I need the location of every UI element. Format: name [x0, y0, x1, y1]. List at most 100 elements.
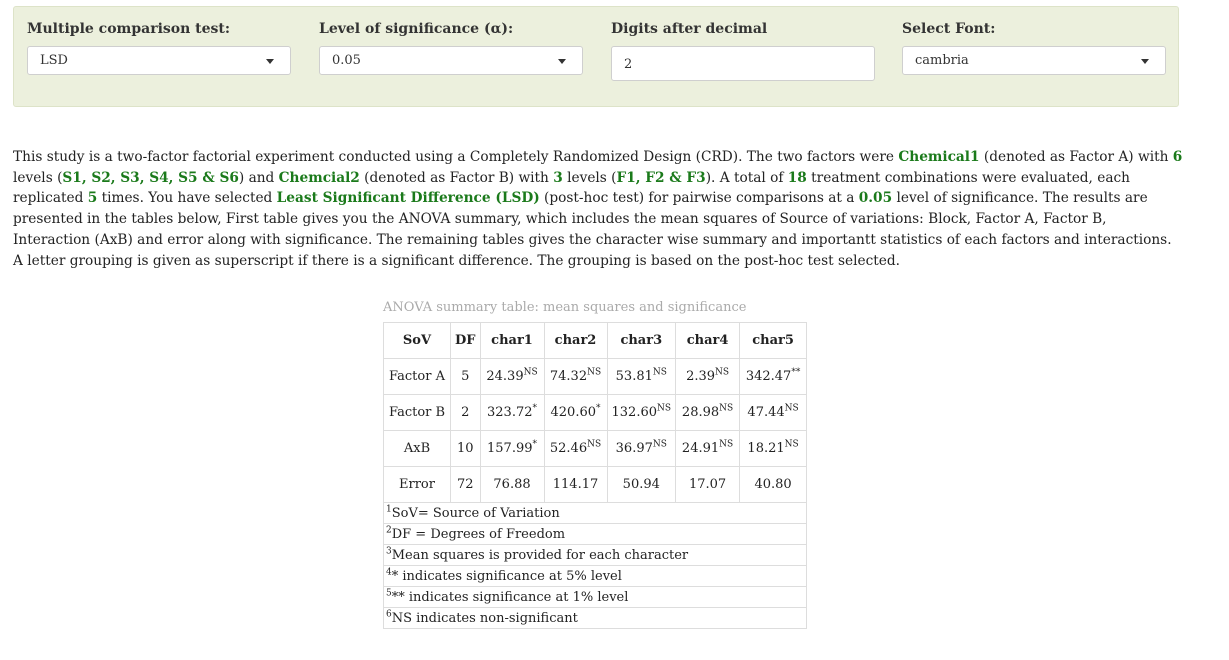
header-char2: char2: [543, 322, 608, 359]
sov-cell: Error: [383, 466, 451, 503]
factor-b-levels-count: 3: [553, 169, 563, 186]
mean-square-cell: 323.72*: [479, 394, 545, 431]
footnote: 1SoV= Source of Variation: [382, 502, 808, 524]
table-row: Factor A 5 24.39NS 74.32NS 53.81NS 2.39NS 342.…: [383, 358, 808, 395]
mean-square-cell: 132.60NS: [606, 394, 677, 431]
digits-input[interactable]: 2: [611, 46, 875, 81]
chevron-down-icon: [558, 59, 566, 64]
mean-square-value: 28.98: [681, 405, 720, 420]
df-cell: 5: [450, 358, 481, 395]
mean-square-value: 18.21: [747, 441, 785, 456]
chevron-down-icon: [1141, 59, 1149, 64]
factor-b-levels: F1, F2 & F3: [616, 169, 706, 186]
footnote: 2DF = Degrees of Freedom: [382, 523, 808, 545]
mean-square-value: 76.88: [493, 477, 531, 492]
significance-mark: NS: [652, 367, 667, 378]
anova-table-container: ANOVA summary table: mean squares and si…: [382, 300, 811, 629]
font-select[interactable]: cambria: [902, 46, 1166, 75]
mean-square-cell: 420.60*: [543, 394, 608, 431]
significance-level-control: Level of significance (α): 0.05: [319, 21, 583, 75]
sov-cell: AxB: [383, 430, 451, 467]
mean-square-cell: 17.07: [675, 466, 741, 503]
replication-count: 5: [87, 190, 98, 207]
header-df: DF: [450, 322, 481, 359]
mean-square-cell: 74.32NS: [543, 358, 608, 395]
mean-square-value: 132.60: [611, 405, 658, 420]
header-char5: char5: [739, 322, 808, 359]
significance-level-value: 0.05: [332, 53, 361, 68]
table-header-row: SoV DF char1 char2 char3 char4 char5: [383, 322, 808, 359]
treatment-count: 18: [787, 169, 807, 186]
factor-a-levels-count: 6: [1172, 149, 1183, 165]
significance-mark: *: [532, 439, 538, 450]
mean-square-cell: 53.81NS: [606, 358, 677, 395]
multiple-comparison-label: Multiple comparison test:: [27, 21, 231, 37]
multiple-comparison-select[interactable]: LSD: [27, 46, 291, 75]
df-cell: 2: [450, 394, 481, 431]
sov-cell: Factor A: [383, 358, 451, 395]
mean-square-value: 74.32: [549, 369, 588, 384]
font-control: Select Font: cambria: [902, 21, 1166, 75]
mean-square-cell: 2.39NS: [675, 358, 741, 395]
table-caption: ANOVA summary table: mean squares and si…: [383, 300, 747, 315]
font-value: cambria: [915, 53, 969, 68]
mean-square-value: 157.99: [487, 441, 533, 456]
significance-mark: NS: [652, 439, 667, 450]
multiple-comparison-value: LSD: [40, 53, 68, 68]
mean-square-value: 24.91: [681, 441, 720, 456]
df-cell: 72: [450, 466, 481, 503]
text-segment: levels (: [562, 169, 617, 186]
text-segment: levels (: [13, 169, 63, 186]
significance-mark: NS: [784, 403, 799, 414]
mean-square-cell: 50.94: [606, 466, 677, 503]
digits-label: Digits after decimal: [611, 21, 768, 37]
factor-a-levels: S1, S2, S3, S4, S5 & S6: [62, 169, 239, 186]
mean-square-value: 24.39: [486, 369, 524, 384]
mean-square-cell: 114.17: [543, 466, 608, 503]
posthoc-test-name: Least Significant Difference (LSD): [276, 190, 540, 207]
text-segment: (denoted as Factor B) with: [359, 169, 554, 186]
settings-panel: Multiple comparison test: LSD Level of s…: [13, 6, 1179, 107]
sov-cell: Factor B: [383, 394, 451, 431]
significance-mark: NS: [715, 367, 730, 378]
significance-level-label: Level of significance (α):: [319, 21, 514, 37]
significance-mark: *: [532, 403, 538, 414]
significance-mark: NS: [719, 439, 734, 450]
mean-square-cell: 36.97NS: [606, 430, 677, 467]
significance-mark: **: [791, 367, 801, 378]
significance-level-select[interactable]: 0.05: [319, 46, 583, 75]
mean-square-cell: 18.21NS: [739, 430, 808, 467]
study-description: This study is a two-factor factorial exp…: [13, 147, 1183, 271]
footnote-row: 5** indicates significance at 1% level: [382, 586, 808, 608]
significance-mark: NS: [587, 439, 602, 450]
mean-square-value: 420.60: [550, 405, 597, 420]
font-label: Select Font:: [902, 21, 996, 37]
footnote-text: NS indicates non-significant: [391, 610, 578, 626]
mean-square-cell: 76.88: [479, 466, 545, 503]
mean-square-value: 47.44: [747, 405, 785, 420]
footnote: 4* indicates significance at 5% level: [382, 565, 808, 587]
table-row: AxB 10 157.99* 52.46NS 36.97NS 24.91NS 18.21NS: [383, 430, 808, 467]
mean-square-cell: 28.98NS: [675, 394, 741, 431]
footnote-row: 2DF = Degrees of Freedom: [382, 523, 808, 545]
text-segment: ). A total of: [705, 169, 788, 186]
footnote-text: Mean squares is provided for each charac…: [391, 547, 689, 563]
mean-square-cell: 40.80: [739, 466, 808, 503]
footnote: 6NS indicates non-significant: [382, 607, 808, 629]
significance-mark: NS: [523, 367, 538, 378]
df-cell: 10: [450, 430, 481, 467]
factor-b-name: Chemcial2: [278, 169, 360, 186]
mean-square-cell: 157.99*: [479, 430, 545, 467]
text-segment: (post-hoc test) for pairwise comparisons…: [539, 190, 859, 207]
mean-square-value: 50.94: [622, 477, 660, 492]
text-segment: ) and: [238, 169, 279, 186]
header-char3: char3: [606, 322, 677, 359]
footnote-text: SoV= Source of Variation: [391, 505, 560, 521]
footnote-row: 3Mean squares is provided for each chara…: [382, 544, 808, 566]
header-char4: char4: [675, 322, 741, 359]
footnote-text: * indicates significance at 5% level: [391, 568, 622, 584]
significance-mark: NS: [657, 403, 672, 414]
significance-mark: NS: [719, 403, 734, 414]
mean-square-cell: 24.39NS: [479, 358, 545, 395]
significance-value: 0.05: [858, 190, 893, 207]
